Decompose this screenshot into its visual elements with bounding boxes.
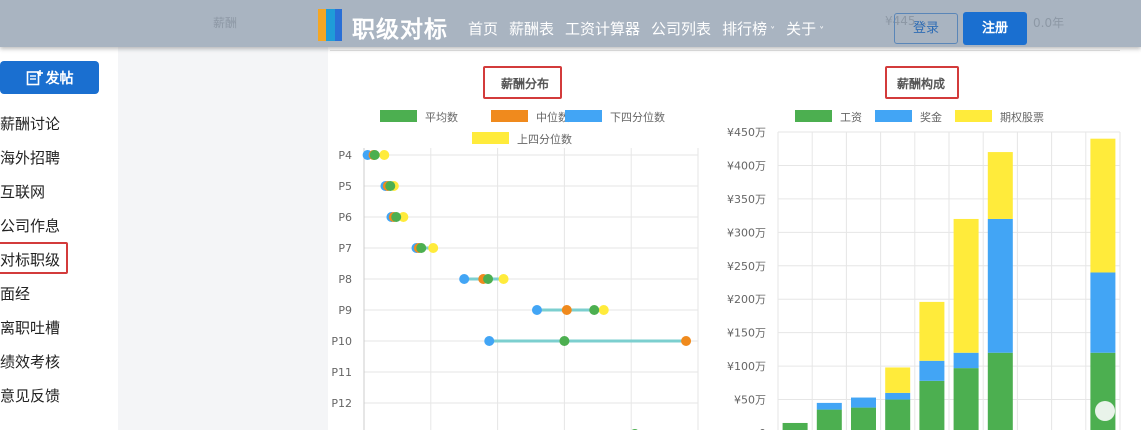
nav-item[interactable]: 关于 ˅ (786, 18, 824, 39)
register-button[interactable]: 注册 (963, 12, 1027, 45)
nav-item[interactable]: 排行榜 ˅ (722, 18, 775, 39)
bar-segment[interactable] (953, 368, 979, 430)
watermark-icon (1095, 401, 1115, 421)
bar-segment[interactable] (987, 152, 1013, 219)
comp-chart-plot: 0¥50万¥100万¥150万¥200万¥250万¥300万¥350万¥400万… (727, 126, 1121, 430)
faded-header-text: 薪酬 (213, 16, 238, 30)
bar-segment[interactable] (1090, 272, 1116, 353)
y-tick-label: ¥200万 (727, 293, 766, 306)
y-tick-label: ¥150万 (727, 327, 766, 340)
bar-segment[interactable] (885, 367, 911, 393)
bar-segment[interactable] (816, 409, 842, 430)
y-tick-label: ¥250万 (727, 260, 766, 273)
bar-segment[interactable] (885, 399, 911, 430)
faded-header-text: 0.0年 (1033, 16, 1065, 30)
bar-segment[interactable] (885, 392, 911, 400)
y-tick-label: ¥100万 (727, 360, 766, 373)
nav-item[interactable]: 工资计算器 (565, 18, 640, 39)
brand-name[interactable]: 职级对标 (352, 10, 448, 44)
bar-segment[interactable] (816, 402, 842, 410)
bar-segment[interactable] (919, 380, 945, 430)
top-navbar: 薪酬 职级对标 首页 薪酬表 工资计算器 公司列表 排行榜 ˅ 关于 ˅ ¥445... 登录… (0, 0, 1141, 47)
bar-segment[interactable] (987, 218, 1013, 353)
bar-segment[interactable] (851, 407, 876, 430)
y-tick-label: ¥450万 (727, 126, 766, 139)
bar-segment[interactable] (1090, 138, 1116, 273)
bar-segment[interactable] (919, 301, 945, 361)
nav-item[interactable]: 公司列表 (651, 18, 711, 39)
chevron-down-icon: ˅ (770, 26, 776, 37)
login-button[interactable]: 登录 (894, 13, 958, 44)
bar-segment[interactable] (987, 352, 1013, 430)
nav-item[interactable]: 薪酬表 (509, 18, 554, 39)
main-nav: 首页 薪酬表 工资计算器 公司列表 排行榜 ˅ 关于 ˅ (468, 18, 824, 39)
bar-segment[interactable] (782, 422, 808, 430)
y-tick-label: ¥50万 (734, 394, 766, 407)
y-tick-label: ¥350万 (727, 193, 766, 206)
bar-segment[interactable] (953, 352, 979, 369)
logo-icon[interactable] (318, 9, 342, 41)
bar-segment[interactable] (851, 397, 876, 408)
bar-segment[interactable] (919, 360, 945, 381)
y-tick-label: ¥300万 (727, 226, 766, 239)
nav-item[interactable]: 首页 (468, 18, 498, 39)
chevron-down-icon: ˅ (819, 26, 825, 37)
y-tick-label: ¥400万 (727, 159, 766, 172)
bar-segment[interactable] (953, 218, 979, 353)
